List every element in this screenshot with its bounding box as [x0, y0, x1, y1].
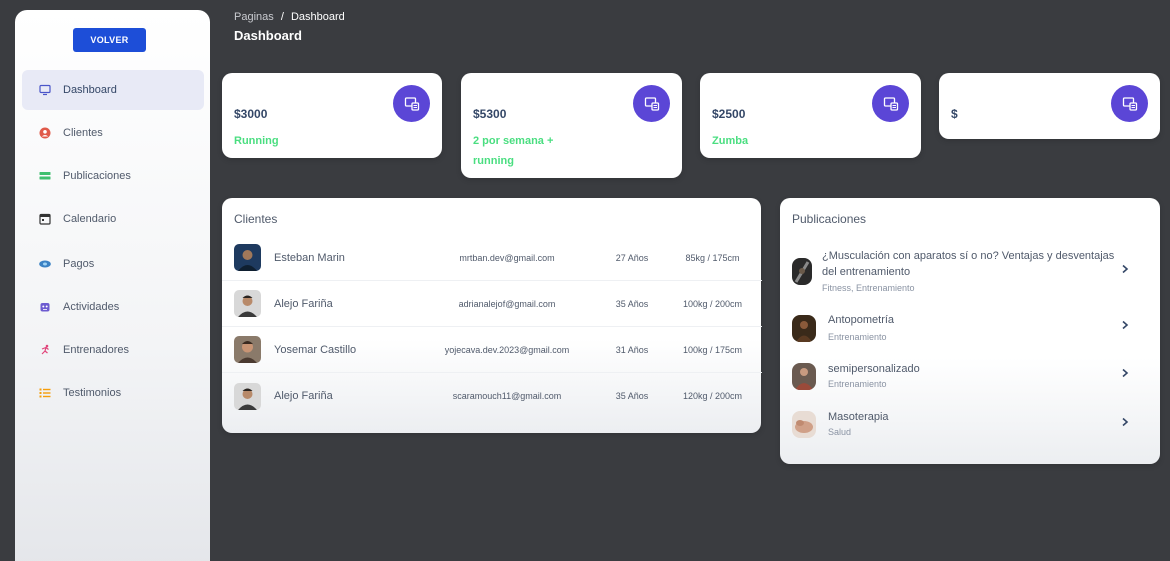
client-email: adrianalejof@gmail.com	[458, 298, 556, 309]
sidebar-item-label: Calendario	[63, 213, 117, 225]
sidebar-item-dashboard[interactable]: Dashboard	[22, 70, 204, 110]
sidebar-nav: Dashboard Clientes Publicaciones Calenda…	[22, 70, 204, 416]
client-name: Alejo Fariña	[274, 297, 333, 310]
table-row[interactable]: Alejo Fariña adrianalejof@gmail.com 35 A…	[222, 281, 762, 327]
stat-card-zumba: $2500 Zumba	[700, 73, 921, 158]
sidebar-item-publicaciones[interactable]: Publicaciones	[22, 156, 204, 196]
publication-title: ¿Musculación con aparatos sí o no? Venta…	[822, 250, 1115, 278]
client-age: 35 Años	[615, 298, 649, 309]
avatar	[234, 336, 261, 363]
publication-tag: Fitness, Entrenamiento	[822, 283, 915, 293]
list-ordered-icon	[39, 387, 51, 399]
robot-icon	[39, 301, 51, 313]
stat-card-empty: $	[939, 73, 1160, 139]
sidebar-item-pagos[interactable]: Pagos	[22, 244, 204, 284]
screen-icon	[872, 85, 909, 122]
publication-title: Antopometría	[828, 314, 895, 326]
publication-tag: Entrenamiento	[828, 332, 887, 342]
avatar	[234, 244, 261, 271]
money-icon	[39, 258, 51, 270]
publications-panel: Publicaciones ¿Musculación con aparatos …	[780, 198, 1160, 464]
client-email: mrtban.dev@gmail.com	[459, 252, 555, 263]
breadcrumb-root[interactable]: Paginas	[234, 11, 274, 23]
publication-tag: Salud	[828, 427, 852, 437]
stat-label: 2 por semana + running	[473, 135, 554, 167]
screen-icon	[633, 85, 670, 122]
publication-thumbnail	[792, 411, 816, 438]
list-item[interactable]: Masoterapia Salud	[780, 408, 1160, 448]
stat-amount: $	[951, 107, 958, 121]
sidebar-item-label: Clientes	[63, 127, 103, 139]
stat-card-running: $3000 Running	[222, 73, 442, 158]
volver-button[interactable]: VOLVER	[73, 28, 146, 52]
breadcrumb-separator: /	[280, 11, 284, 23]
sidebar-item-calendario[interactable]: Calendario	[22, 199, 204, 239]
stat-card-combo: $5300 2 por semana + running	[461, 73, 682, 178]
publication-thumbnail	[792, 258, 812, 285]
stat-label: Running	[234, 135, 279, 147]
sidebar-item-label: Entrenadores	[63, 344, 130, 356]
client-email: yojecava.dev.2023@gmail.com	[444, 344, 570, 355]
list-item[interactable]: Antopometría Entrenamiento	[780, 310, 1160, 350]
publication-tag: Entrenamiento	[828, 379, 887, 389]
page-title: Dashboard	[234, 28, 302, 43]
sidebar-item-entrenadores[interactable]: Entrenadores	[22, 330, 204, 370]
monitor-icon	[39, 84, 51, 96]
table-row[interactable]: Alejo Fariña scaramouch11@gmail.com 35 A…	[222, 373, 762, 419]
list-item[interactable]: ¿Musculación con aparatos sí o no? Venta…	[780, 246, 1160, 298]
avatar	[234, 290, 261, 317]
client-email: scaramouch11@gmail.com	[452, 391, 562, 401]
screen-icon	[1111, 85, 1148, 122]
runner-icon	[39, 344, 51, 356]
clients-title: Clientes	[234, 212, 278, 226]
calendar-icon	[39, 213, 51, 225]
table-row[interactable]: Esteban Marin mrtban.dev@gmail.com 27 Añ…	[222, 235, 762, 281]
client-age: 27 Años	[615, 252, 649, 263]
publication-thumbnail	[792, 363, 816, 390]
sidebar-item-label: Publicaciones	[63, 170, 131, 182]
chevron-right-icon[interactable]	[1120, 320, 1130, 330]
publication-thumbnail	[792, 315, 816, 342]
client-measure: 100kg / 200cm	[682, 298, 743, 309]
sidebar-item-testimonios[interactable]: Testimonios	[22, 373, 204, 413]
list-icon	[39, 170, 51, 182]
publication-title: semipersonalizado	[828, 363, 920, 375]
client-age: 35 Años	[615, 391, 649, 401]
breadcrumb: Paginas / Dashboard	[234, 11, 345, 23]
client-measure: 85kg / 175cm	[685, 252, 740, 263]
chevron-right-icon[interactable]	[1120, 417, 1130, 427]
clients-panel: Clientes Esteban Marin mrtban.dev@gmail.…	[222, 198, 762, 433]
sidebar-item-label: Dashboard	[63, 84, 117, 96]
sidebar-item-clientes[interactable]: Clientes	[22, 113, 204, 153]
client-measure: 120kg / 200cm	[682, 391, 743, 401]
stat-label: Zumba	[712, 135, 749, 147]
sidebar-item-actividades[interactable]: Actividades	[22, 287, 204, 327]
client-measure: 100kg / 175cm	[682, 344, 743, 355]
stat-amount: $5300	[473, 107, 507, 121]
chevron-right-icon[interactable]	[1120, 368, 1130, 378]
chevron-right-icon[interactable]	[1120, 264, 1130, 274]
breadcrumb-current: Dashboard	[290, 11, 345, 23]
stat-amount: $2500	[712, 107, 746, 121]
client-age: 31 Años	[615, 344, 649, 355]
sidebar-item-label: Pagos	[63, 258, 95, 270]
table-row[interactable]: Yosemar Castillo yojecava.dev.2023@gmail…	[222, 327, 762, 373]
client-name: Alejo Fariña	[274, 390, 333, 402]
publication-title: Masoterapia	[828, 411, 889, 423]
screen-icon	[393, 85, 430, 122]
sidebar-item-label: Actividades	[63, 301, 120, 313]
sidebar-item-label: Testimonios	[63, 387, 122, 399]
user-circle-icon	[39, 127, 51, 139]
sidebar: VOLVER Dashboard Clientes Publicaciones …	[15, 10, 210, 561]
avatar	[234, 382, 261, 410]
list-item[interactable]: semipersonalizado Entrenamiento	[780, 359, 1160, 399]
client-name: Yosemar Castillo	[274, 343, 357, 356]
stat-amount: $3000	[234, 107, 268, 121]
publications-title: Publicaciones	[792, 212, 867, 226]
client-name: Esteban Marin	[274, 251, 345, 264]
